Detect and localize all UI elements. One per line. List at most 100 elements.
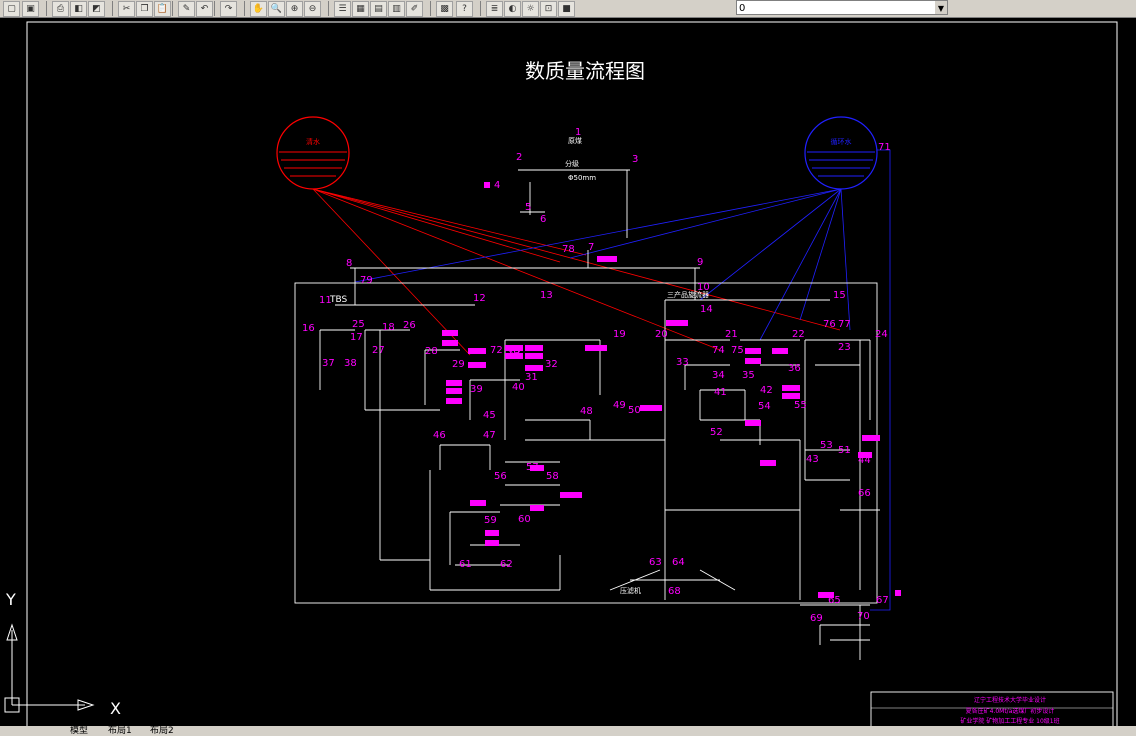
bulb-icon[interactable]: ◐ [504, 1, 521, 17]
sheet-set-icon[interactable]: ▥ [388, 1, 405, 17]
node-label: 54 [758, 401, 771, 412]
tank-left: 清水 [276, 116, 350, 190]
preview-icon[interactable]: ◧ [70, 1, 87, 17]
tool-palette-icon[interactable]: ▤ [370, 1, 387, 17]
node-label: 33 [676, 357, 689, 368]
sun-icon[interactable]: ☼ [522, 1, 539, 17]
node-label: 40 [512, 382, 525, 393]
node-label: 4 [494, 180, 500, 191]
node-label: 37 [322, 358, 335, 369]
match-prop-icon[interactable]: ✎ [178, 1, 195, 17]
ucs-x-label: X [110, 699, 121, 718]
node-label: 31 [525, 372, 538, 383]
title-block: 辽宁工程技术大学毕业设计 夏各庄矿4.0Mt/a选煤厂初步设计 矿业学院 矿物加… [870, 691, 1114, 729]
three-product-label: 三产品旋流器 [667, 290, 709, 299]
toolbar-separator [480, 1, 481, 16]
node-label: 13 [540, 290, 553, 301]
node-label: 67 [876, 595, 889, 606]
layer-value: 0 [739, 3, 746, 14]
node-label: 63 [649, 557, 662, 568]
chevron-down-icon[interactable]: ▼ [935, 1, 947, 14]
zoom-window-icon[interactable]: ⊕ [286, 1, 303, 17]
blue-water-lines [354, 149, 891, 611]
drawing-canvas[interactable]: 数质量流程图 清水 循环水 12 345678 91011 12 1314151… [0, 17, 1136, 736]
redo-icon[interactable]: ↷ [220, 1, 237, 17]
tab-layout2[interactable]: 布局2 [150, 726, 174, 736]
node-label: 9 [697, 257, 703, 268]
magenta-data-bars [442, 182, 901, 598]
markup-icon[interactable]: ✐ [406, 1, 423, 17]
undo-icon[interactable]: ↶ [196, 1, 213, 17]
tab-model[interactable]: 模型 [70, 726, 88, 736]
node-label: 59 [484, 515, 497, 526]
copy-icon[interactable]: ❐ [136, 1, 153, 17]
node-label: 74 [712, 345, 725, 356]
node-label: 68 [668, 586, 681, 597]
node-label: 57 [526, 462, 539, 473]
publish-icon[interactable]: ◩ [88, 1, 105, 17]
print-icon[interactable]: ⎙ [52, 1, 69, 17]
node-label: 64 [672, 557, 685, 568]
design-center-icon[interactable]: ▦ [352, 1, 369, 17]
node-label: 52 [710, 427, 723, 438]
layer-dropdown[interactable]: 0 ▼ [736, 0, 948, 15]
title-block-line1: 辽宁工程技术大学毕业设计 [974, 696, 1046, 704]
lock-icon[interactable]: ⊡ [540, 1, 557, 17]
toolbar-separator [172, 1, 173, 16]
pan-icon[interactable]: ✋ [250, 1, 267, 17]
toolbar-separator [112, 1, 113, 16]
node-label: 76 [823, 319, 836, 330]
node-label: 43 [806, 454, 819, 465]
node-label: 49 [613, 400, 626, 411]
node-label: 73 [508, 345, 521, 356]
node-label: 42 [760, 385, 773, 396]
toolbar-separator [214, 1, 215, 16]
color-icon[interactable]: ■ [558, 1, 575, 17]
ucs-y-label: Y [5, 590, 16, 609]
layout-tabs-bar: 模型 布局1 布局2 [0, 726, 1136, 736]
node-label: 58 [546, 471, 559, 482]
node-label: 60 [518, 514, 531, 525]
tbs-label: TBS [329, 295, 348, 305]
node-label: 21 [725, 329, 738, 340]
node-label: 3 [632, 154, 638, 165]
node-label: 77 [838, 319, 851, 330]
node-label: 26 [403, 320, 416, 331]
new-icon[interactable]: ▢ [3, 1, 20, 17]
node-label: 50 [628, 405, 641, 416]
zoom-prev-icon[interactable]: ⊖ [304, 1, 321, 17]
zoom-realtime-icon[interactable]: 🔍 [268, 1, 285, 17]
layer-manager-icon[interactable]: ≣ [486, 1, 503, 17]
toolbar-separator [244, 1, 245, 16]
standard-toolbar: ▢ ▣ ⎙ ◧ ◩ ✂ ❐ 📋 ✎ ↶ ↷ ✋ 🔍 ⊕ ⊖ ☰ ▦ ▤ ▥ ✐ ▩? ≣ ◐ ☼ ⊡ ■ [0, 0, 1136, 18]
help-icon[interactable]: ? [456, 1, 473, 17]
properties-icon[interactable]: ☰ [334, 1, 351, 17]
tank-right-label: 循环水 [831, 137, 852, 146]
node-label: 70 [857, 611, 870, 622]
node-label: 29 [452, 359, 465, 370]
node-label: 5 [525, 202, 531, 213]
calculator-icon[interactable]: ▩ [436, 1, 453, 17]
node-label: 39 [470, 384, 483, 395]
tab-layout1[interactable]: 布局1 [108, 726, 132, 736]
node-label: 17 [350, 332, 363, 343]
node-label: 66 [858, 488, 871, 499]
cut-icon[interactable]: ✂ [118, 1, 135, 17]
node-label: 36 [788, 363, 801, 374]
sieve-label: Φ50mm [568, 174, 596, 182]
node-label: 8 [346, 258, 352, 269]
save-icon[interactable]: ▣ [22, 1, 39, 17]
node-label: 45 [483, 410, 496, 421]
node-label: 12 [473, 293, 486, 304]
node-label: 65 [828, 595, 841, 606]
node-label: 71 [878, 142, 891, 153]
toolbar-separator [430, 1, 431, 16]
paste-icon[interactable]: 📋 [154, 1, 171, 17]
node-label: 51 [838, 445, 851, 456]
node-label: 14 [700, 304, 713, 315]
toolbar-separator [328, 1, 329, 16]
node-label: 15 [833, 290, 846, 301]
tank-left-label: 清水 [306, 137, 320, 146]
node-label: 48 [580, 406, 593, 417]
node-label: 28 [425, 346, 438, 357]
